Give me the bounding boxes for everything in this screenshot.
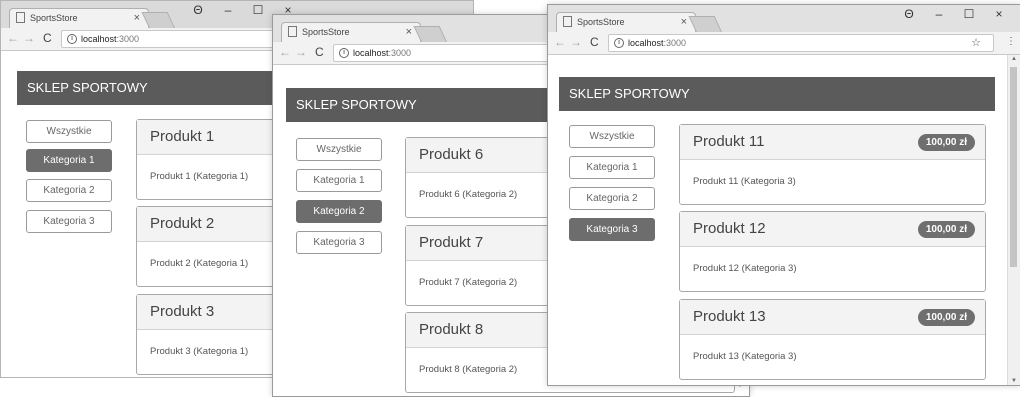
info-icon[interactable]: i	[614, 37, 624, 48]
tab-close-icon[interactable]: ×	[406, 23, 412, 42]
product-name-text: Produkt 11	[693, 133, 765, 150]
maximize-icon[interactable]: ☐	[243, 2, 273, 18]
info-icon[interactable]: i	[67, 33, 77, 44]
product-card: Produkt 13 100,00 zł Produkt 13 (Kategori…	[679, 299, 986, 380]
product-description: Produkt 12 (Kategoria 3)	[693, 263, 797, 274]
product-card: Produkt 11 100,00 zł Produkt 11 (Kategori…	[679, 124, 986, 205]
url-port: :3000	[663, 38, 687, 48]
page-icon	[16, 12, 25, 24]
tab-title: SportsStore	[577, 17, 625, 27]
price-badge: 100,00 zł	[917, 134, 975, 151]
product-name: Produkt 11 100,00 zł	[680, 125, 985, 160]
tab-close-icon[interactable]: ×	[134, 9, 140, 28]
back-icon[interactable]: ←	[279, 45, 291, 59]
forward-icon[interactable]: →	[295, 45, 307, 59]
url-host: localhost	[628, 38, 664, 48]
minimize-icon[interactable]: –	[924, 6, 954, 22]
category-3-button[interactable]: Kategoria 3	[569, 218, 655, 241]
product-card: Produkt 12 100,00 zł Produkt 12 (Kategori…	[679, 211, 986, 292]
browser-tab[interactable]: SportsStore ×	[9, 8, 149, 28]
tab-title: SportsStore	[30, 13, 78, 23]
product-name-text: Produkt 12	[693, 220, 766, 237]
store-header: SKLEP SPORTOWY	[559, 77, 995, 111]
url-port: :3000	[388, 48, 412, 58]
browser-tab[interactable]: SportsStore ×	[281, 22, 421, 42]
title-bar: SportsStore × Θ – ☐ ×	[548, 5, 1020, 32]
page-icon	[288, 26, 297, 38]
price-badge: 100,00 zł	[917, 309, 975, 326]
url-host: localhost	[81, 34, 117, 44]
back-icon[interactable]: ←	[554, 35, 566, 49]
category-all-button[interactable]: Wszystkie	[26, 120, 112, 143]
category-2-button[interactable]: Kategoria 2	[296, 200, 382, 223]
tab-title: SportsStore	[302, 27, 350, 37]
browser-toolbar: ← → C i localhost:3000 ☆ ⋮	[548, 32, 1020, 55]
category-3-button[interactable]: Kategoria 3	[296, 231, 382, 254]
bookmark-star-icon[interactable]: ☆	[971, 35, 981, 51]
vertical-scrollbar[interactable]: ▲ ▼	[1007, 55, 1020, 385]
category-1-button[interactable]: Kategoria 1	[296, 169, 382, 192]
profile-icon[interactable]: Θ	[183, 2, 213, 18]
category-1-button[interactable]: Kategoria 1	[26, 149, 112, 172]
minimize-icon[interactable]: –	[213, 2, 243, 18]
forward-icon[interactable]: →	[570, 35, 582, 49]
close-icon[interactable]: ×	[984, 6, 1014, 22]
address-bar[interactable]: i localhost:3000 ☆	[608, 34, 994, 52]
menu-icon[interactable]: ⋮	[1006, 36, 1016, 47]
price-badge: 100,00 zł	[917, 221, 975, 238]
info-icon[interactable]: i	[339, 47, 349, 58]
category-2-button[interactable]: Kategoria 2	[26, 179, 112, 202]
reload-icon[interactable]: C	[315, 45, 324, 59]
url-port: :3000	[116, 34, 140, 44]
browser-window-3: SportsStore × Θ – ☐ × ← → C i localhost:3…	[547, 4, 1020, 386]
product-name: Produkt 13 100,00 zł	[680, 300, 985, 335]
forward-icon[interactable]: →	[23, 31, 35, 45]
product-name: Produkt 12 100,00 zł	[680, 212, 985, 247]
back-icon[interactable]: ←	[7, 31, 19, 45]
scroll-down-icon[interactable]: ▼	[1008, 378, 1020, 384]
category-1-button[interactable]: Kategoria 1	[569, 156, 655, 179]
product-description: Produkt 13 (Kategoria 3)	[693, 351, 797, 362]
product-name-text: Produkt 13	[693, 308, 766, 325]
window-controls: Θ – ☐ ×	[894, 6, 1014, 22]
tab-close-icon[interactable]: ×	[681, 13, 687, 32]
scroll-up-icon[interactable]: ▲	[1008, 56, 1020, 62]
category-3-button[interactable]: Kategoria 3	[26, 210, 112, 233]
maximize-icon[interactable]: ☐	[954, 6, 984, 22]
profile-icon[interactable]: Θ	[894, 6, 924, 22]
category-all-button[interactable]: Wszystkie	[296, 138, 382, 161]
category-2-button[interactable]: Kategoria 2	[569, 187, 655, 210]
reload-icon[interactable]: C	[590, 35, 599, 49]
reload-icon[interactable]: C	[43, 31, 52, 45]
product-description: Produkt 11 (Kategoria 3)	[693, 176, 796, 187]
category-all-button[interactable]: Wszystkie	[569, 125, 655, 148]
url-host: localhost	[353, 48, 389, 58]
page-icon	[563, 16, 572, 28]
browser-tab[interactable]: SportsStore ×	[556, 12, 696, 32]
scrollbar-thumb[interactable]	[1010, 67, 1017, 267]
